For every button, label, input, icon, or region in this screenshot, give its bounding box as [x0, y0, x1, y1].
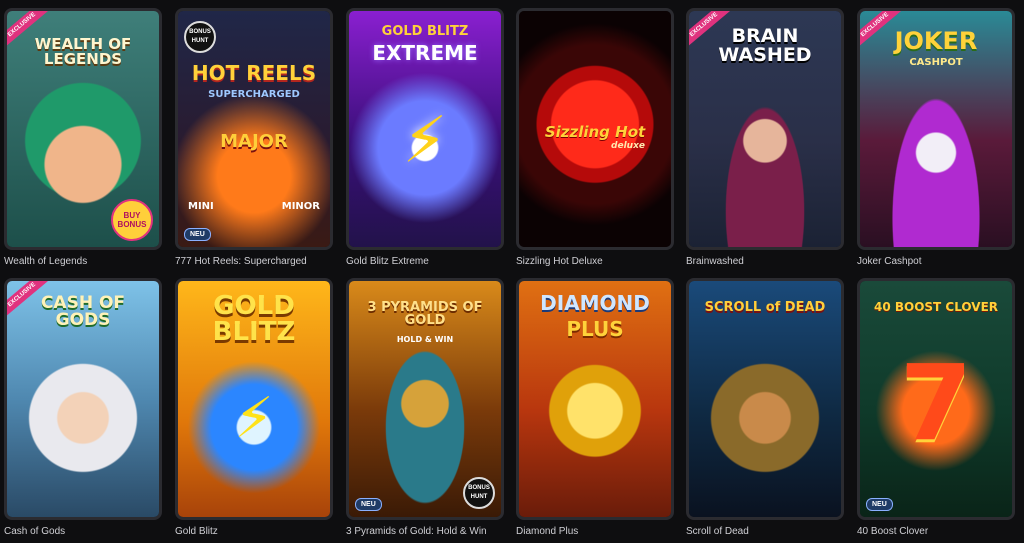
game-logo-sub: PLUS [566, 317, 624, 341]
game-logo-sub: CASHPOT [909, 57, 963, 68]
game-card-gold-blitz[interactable]: GOLD BLITZ ⚡ [175, 278, 333, 520]
reel-label-mini: MINI [188, 201, 214, 212]
lightning-icon: ⚡ [234, 386, 274, 451]
game-title[interactable]: 40 Boost Clover [857, 526, 928, 537]
game-logo-sub: deluxe [611, 141, 645, 151]
game-logo: DIAMOND [540, 291, 650, 315]
bonus-hunt-badge: BONUS HUNT [463, 477, 495, 509]
seven-icon: 7 [899, 342, 973, 464]
game-logo: WEALTH OF LEGENDS [34, 35, 132, 68]
game-title[interactable]: Joker Cashpot [857, 256, 921, 267]
game-card-777-hot-reels[interactable]: BONUS HUNT HOT REELS SUPERCHARGED MAJOR … [175, 8, 333, 250]
game-logo: GOLD BLITZ [212, 291, 296, 347]
game-title[interactable]: 777 Hot Reels: Supercharged [175, 256, 307, 267]
lightning-icon: ⚡ [402, 104, 448, 178]
new-badge: NEU [355, 498, 382, 511]
game-card-cash-of-gods[interactable]: EXCLUSIVE CASH OF GODS [4, 278, 162, 520]
game-logo: GOLD BLITZ [381, 24, 469, 39]
game-title[interactable]: Cash of Gods [4, 526, 65, 537]
reel-label-major: MAJOR [220, 131, 288, 152]
game-logo: 3 PYRAMIDS OF GOLD [367, 300, 483, 328]
game-card-gold-blitz-extreme[interactable]: GOLD BLITZ EXTREME ⚡ [346, 8, 504, 250]
new-badge: NEU [866, 498, 893, 511]
game-card-3-pyramids-of-gold[interactable]: 3 PYRAMIDS OF GOLD HOLD & WIN BONUS HUNT… [346, 278, 504, 520]
game-title[interactable]: Gold Blitz Extreme [346, 256, 429, 267]
game-title[interactable]: Scroll of Dead [686, 526, 749, 537]
game-logo-sub: HOLD & WIN [396, 335, 454, 344]
game-title[interactable]: Brainwashed [686, 256, 744, 267]
bonus-hunt-badge: BONUS HUNT [184, 21, 216, 53]
game-title[interactable]: Sizzling Hot Deluxe [516, 256, 603, 267]
game-grid: EXCLUSIVE WEALTH OF LEGENDS BUY BONUS We… [0, 0, 1024, 543]
game-title[interactable]: Diamond Plus [516, 526, 578, 537]
game-logo-sub: EXTREME [372, 41, 478, 65]
game-artwork [689, 281, 841, 517]
game-logo: HOT REELS [191, 61, 317, 85]
game-card-joker-cashpot[interactable]: EXCLUSIVE JOKER CASHPOT [857, 8, 1015, 250]
game-logo: SCROLL of DEAD [704, 300, 826, 315]
game-card-diamond-plus[interactable]: DIAMOND PLUS [516, 278, 674, 520]
game-card-scroll-of-dead[interactable]: SCROLL of DEAD [686, 278, 844, 520]
game-card-40-boost-clover[interactable]: 40 BOOST CLOVER 7 NEU [857, 278, 1015, 520]
new-badge: NEU [184, 228, 211, 241]
game-logo: JOKER [894, 27, 978, 55]
game-title[interactable]: 3 Pyramids of Gold: Hold & Win [346, 526, 487, 537]
game-logo-sub: SUPERCHARGED [208, 89, 300, 100]
game-logo: BRAIN WASHED [718, 25, 812, 66]
game-card-brainwashed[interactable]: EXCLUSIVE BRAIN WASHED [686, 8, 844, 250]
reel-label-minor: MINOR [281, 201, 320, 212]
game-title[interactable]: Wealth of Legends [4, 256, 87, 267]
game-logo: 40 BOOST CLOVER [873, 300, 999, 314]
buy-bonus-badge: BUY BONUS [111, 199, 153, 241]
game-logo: CASH OF GODS [40, 293, 126, 330]
game-card-wealth-of-legends[interactable]: EXCLUSIVE WEALTH OF LEGENDS BUY BONUS [4, 8, 162, 250]
game-logo: Sizzling Hot [544, 123, 646, 141]
game-card-sizzling-hot-deluxe[interactable]: Sizzling Hot deluxe [516, 8, 674, 250]
game-title[interactable]: Gold Blitz [175, 526, 218, 537]
